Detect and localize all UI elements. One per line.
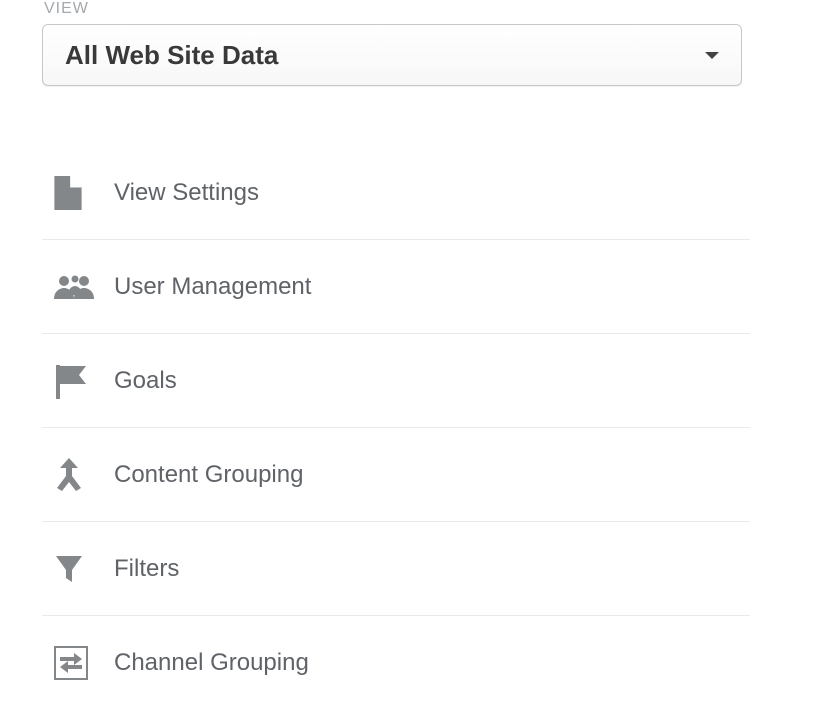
menu-item-label: User Management <box>114 273 311 301</box>
flag-icon <box>54 363 114 399</box>
menu-item-user-management[interactable]: User Management <box>42 240 750 334</box>
chevron-down-icon <box>705 52 719 59</box>
menu-item-label: Content Grouping <box>114 461 303 489</box>
dropdown-selected-label: All Web Site Data <box>65 40 278 71</box>
menu-item-label: Goals <box>114 367 177 395</box>
menu-item-goals[interactable]: Goals <box>42 334 750 428</box>
menu-item-content-grouping[interactable]: Content Grouping <box>42 428 750 522</box>
merge-icon <box>54 458 114 492</box>
view-dropdown[interactable]: All Web Site Data <box>42 24 742 86</box>
menu-item-label: View Settings <box>114 179 259 207</box>
menu-item-label: Filters <box>114 555 179 583</box>
menu-item-channel-grouping[interactable]: Channel Grouping <box>42 616 750 710</box>
view-menu-list: View Settings User Management <box>42 146 750 710</box>
swap-icon <box>54 646 114 680</box>
funnel-icon <box>54 554 114 584</box>
menu-item-label: Channel Grouping <box>114 649 309 677</box>
users-icon <box>54 275 114 299</box>
section-label: VIEW <box>42 0 784 18</box>
document-icon <box>54 176 114 210</box>
menu-item-filters[interactable]: Filters <box>42 522 750 616</box>
menu-item-view-settings[interactable]: View Settings <box>42 146 750 240</box>
